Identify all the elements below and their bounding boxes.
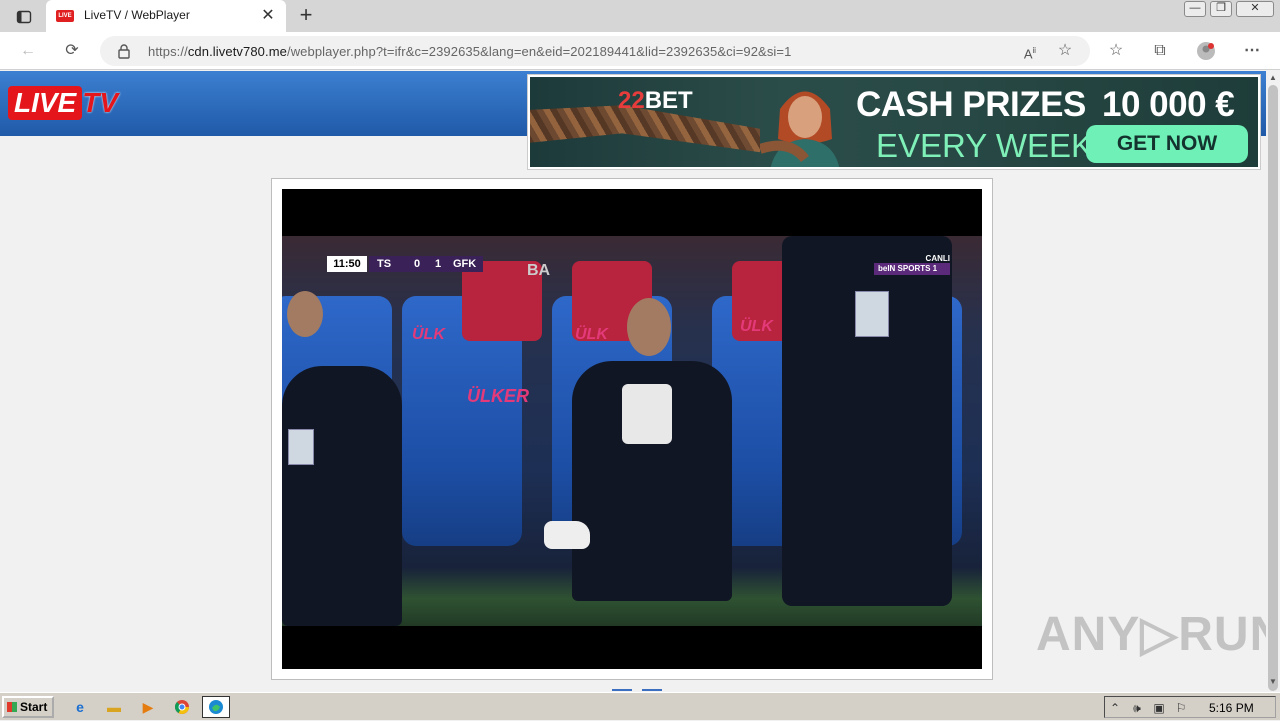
- tab-strip: LIVE LiveTV / WebPlayer ✕ + — ❐ ✕: [0, 0, 1280, 32]
- lock-icon[interactable]: [116, 43, 132, 59]
- url-text[interactable]: https://cdn.livetv780.me/webplayer.php?t…: [148, 44, 791, 59]
- refresh-icon[interactable]: ⟳: [60, 39, 84, 63]
- tab-actions-menu-icon[interactable]: [8, 6, 40, 28]
- internet-explorer-icon[interactable]: e: [68, 696, 92, 718]
- accreditation-badge: [855, 291, 889, 337]
- accreditation-badge: [288, 429, 314, 465]
- page-indicator[interactable]: [642, 689, 662, 691]
- sponsor-text: ÜLK: [740, 318, 773, 335]
- scroll-thumb[interactable]: [1268, 85, 1278, 691]
- volume-icon[interactable]: 🕪: [1129, 700, 1145, 716]
- edge-icon[interactable]: [202, 696, 230, 718]
- ad-subline: EVERY WEEK: [876, 127, 1094, 164]
- logo-tv-text: TV: [82, 87, 119, 118]
- profile-avatar-icon[interactable]: [1194, 39, 1218, 63]
- file-explorer-icon[interactable]: ▬: [102, 696, 126, 718]
- ad-model-image: [758, 79, 850, 167]
- start-label: Start: [20, 700, 48, 714]
- ad-headline: CASH PRIZES: [856, 85, 1086, 124]
- close-window-button[interactable]: ✕: [1236, 1, 1274, 17]
- sponsor-text: ÜLK: [575, 326, 608, 343]
- ad-get-now-button[interactable]: GET NOW: [1086, 125, 1248, 163]
- media-player-icon[interactable]: ▶: [136, 696, 160, 718]
- network-icon[interactable]: ▣: [1151, 700, 1167, 716]
- system-tray: ⌃ 🕪 ▣ ⚐ 5:16 PM: [1104, 696, 1276, 718]
- person-head: [627, 298, 671, 356]
- away-team: GFK: [453, 258, 477, 270]
- video-player-frame: ÜLKER ÜLK ÜLK ÜLK BA 11:50 TS 0 1 GFK CA…: [271, 178, 993, 680]
- back-arrow-icon[interactable]: ←: [16, 39, 40, 63]
- board-text: BA: [527, 262, 551, 279]
- logo-live-text: LIVE: [8, 86, 83, 120]
- home-team: TS: [377, 258, 392, 270]
- close-tab-icon[interactable]: ✕: [260, 8, 276, 24]
- ad-prize-amount: 10 000 €: [1102, 85, 1235, 124]
- white-sneaker: [544, 521, 590, 549]
- page-indicator[interactable]: [612, 689, 632, 691]
- windows-taskbar: Start e ▬ ▶ ⌃ 🕪 ▣ ⚐ 5:16 PM: [0, 692, 1280, 720]
- read-aloud-icon[interactable]: Aⅱ: [1018, 39, 1042, 63]
- white-shirt: [622, 384, 672, 444]
- address-bar[interactable]: https://cdn.livetv780.me/webplayer.php?t…: [100, 36, 1090, 66]
- start-button[interactable]: Start: [2, 696, 54, 718]
- live-label: CANLI: [925, 254, 950, 263]
- away-score: 1: [435, 258, 442, 270]
- seated-person-left: [282, 366, 402, 626]
- scroll-up-arrow-icon[interactable]: ▲: [1266, 71, 1280, 85]
- more-menu-icon[interactable]: ⋯: [1240, 39, 1264, 63]
- vertical-scrollbar[interactable]: ▲ ▼: [1266, 71, 1280, 691]
- score-box: TS 0 1 GFK: [369, 256, 483, 272]
- action-center-flag-icon[interactable]: ⚐: [1173, 700, 1189, 716]
- chrome-icon[interactable]: [170, 696, 194, 718]
- bein-sports-logo: beIN SPORTS 1: [874, 263, 950, 275]
- windows-logo-icon: [7, 702, 17, 712]
- browser-toolbar: ← ⟳ https://cdn.livetv780.me/webplayer.p…: [0, 32, 1280, 70]
- collections-icon[interactable]: ⧉: [1148, 39, 1172, 63]
- home-score: 0: [414, 258, 421, 270]
- taskbar-clock[interactable]: 5:16 PM: [1209, 701, 1254, 715]
- active-tab[interactable]: LIVE LiveTV / WebPlayer ✕: [46, 0, 286, 32]
- broadcaster-bug: CANLI beIN SPORTS 1: [870, 254, 950, 276]
- ad-brand-logo: 22BET: [618, 87, 693, 114]
- sponsor-text: ÜLKER: [467, 386, 529, 406]
- livetv-logo[interactable]: LIVE TV: [8, 86, 118, 120]
- add-favorite-icon[interactable]: ☆: [1053, 39, 1077, 63]
- new-tab-button[interactable]: +: [294, 4, 318, 28]
- minimize-button[interactable]: —: [1184, 1, 1206, 17]
- sponsor-text: ÜLK: [412, 326, 445, 343]
- person-head: [287, 291, 323, 337]
- show-hidden-icons-icon[interactable]: ⌃: [1107, 700, 1123, 716]
- scroll-down-arrow-icon[interactable]: ▼: [1266, 675, 1280, 689]
- web-page: LIVE TV 22BET CASH PRIZES 10 000 € EVERY …: [0, 71, 1266, 691]
- favorites-icon[interactable]: ☆: [1104, 39, 1128, 63]
- anyrun-watermark: ANY▷RUN: [1036, 608, 1280, 661]
- advertisement-banner[interactable]: 22BET CASH PRIZES 10 000 € EVERY WEEK GE…: [527, 74, 1261, 170]
- match-clock: 11:50: [327, 256, 367, 272]
- tab-title: LiveTV / WebPlayer: [84, 8, 190, 22]
- livetv-favicon-icon: LIVE: [56, 10, 74, 22]
- restore-button[interactable]: ❐: [1210, 1, 1232, 17]
- video-frame-bench-scene: ÜLKER ÜLK ÜLK ÜLK BA 11:50 TS 0 1 GFK CA…: [282, 236, 982, 626]
- video-player[interactable]: ÜLKER ÜLK ÜLK ÜLK BA 11:50 TS 0 1 GFK CA…: [282, 189, 982, 669]
